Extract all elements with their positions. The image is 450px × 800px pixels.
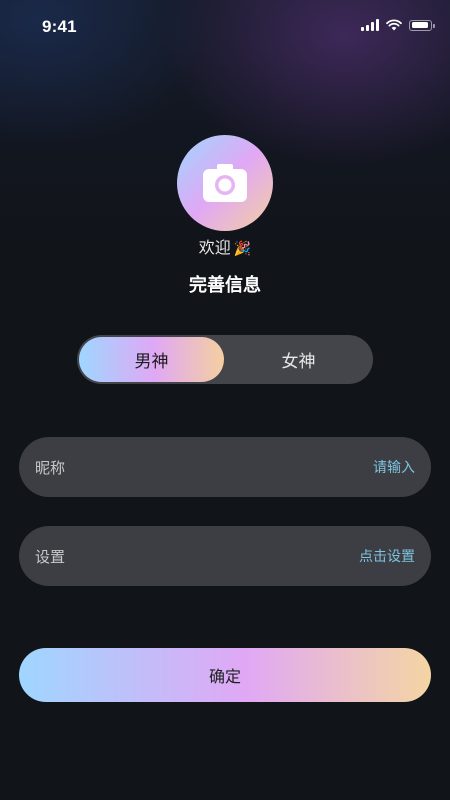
cellular-signal-icon — [361, 19, 379, 31]
page-title: 完善信息 — [189, 275, 261, 296]
gender-option-male[interactable]: 男神 — [79, 337, 224, 382]
gender-option-female[interactable]: 女神 — [226, 337, 371, 382]
status-time: 9:41 — [42, 17, 77, 36]
welcome-label: 欢迎 — [198, 238, 231, 257]
status-bar: 9:41 — [0, 0, 450, 54]
confirm-button[interactable]: 确定 — [19, 648, 431, 702]
setting-field[interactable]: 设置 点击设置 — [19, 526, 431, 586]
nickname-input-placeholder[interactable]: 请输入 — [373, 457, 415, 477]
battery-icon — [409, 19, 435, 31]
status-icons — [361, 19, 435, 31]
nickname-label: 昵称 — [35, 458, 66, 477]
party-popper-icon: 🎉 — [233, 241, 252, 257]
nickname-field[interactable]: 昵称 请输入 — [19, 437, 431, 497]
setting-label: 设置 — [35, 547, 66, 566]
setting-action-link[interactable]: 点击设置 — [359, 546, 415, 566]
battery-level — [411, 22, 428, 28]
gender-toggle: 男神 女神 — [77, 335, 373, 384]
wifi-icon — [386, 19, 402, 31]
screen: 9:41 欢迎 🎉 完善信息 男神 女神 昵称 请输入 设置 点击设置 确定 — [0, 0, 450, 800]
camera-icon — [203, 164, 247, 202]
avatar-upload-button[interactable] — [177, 135, 273, 231]
welcome-text: 欢迎 🎉 — [0, 234, 450, 258]
